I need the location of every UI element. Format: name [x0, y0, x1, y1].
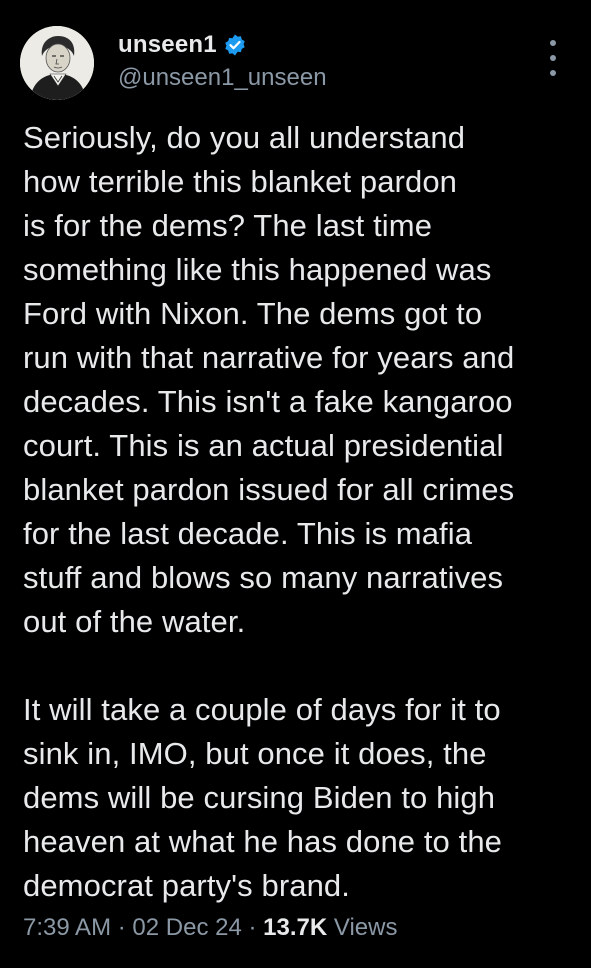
views-count[interactable]: 13.7K [263, 914, 327, 941]
more-vertical-icon[interactable] [543, 40, 563, 76]
avatar[interactable] [20, 26, 94, 100]
tweet-time[interactable]: 7:39 AM [23, 914, 111, 941]
views-label: Views [333, 914, 398, 941]
more-dot [550, 55, 556, 61]
tweet-meta: 7:39 AM · 02 Dec 24 · 13.7K Views [23, 914, 397, 942]
display-name-row: unseen1 [118, 30, 327, 60]
author-info: unseen1 @unseen1_unseen [118, 30, 327, 92]
portrait-avatar-icon [20, 26, 94, 100]
tweet-date[interactable]: 02 Dec 24 [132, 914, 241, 941]
meta-separator: · [117, 914, 126, 941]
more-dot [550, 40, 556, 46]
user-handle[interactable]: @unseen1_unseen [118, 64, 327, 92]
verified-badge-icon[interactable] [223, 33, 247, 57]
meta-separator: · [248, 914, 257, 941]
tweet-paragraph-2: It will take a couple of days for it to … [23, 692, 503, 903]
tweet-text: Seriously, do you all understand how ter… [23, 116, 573, 908]
tweet-header: unseen1 @unseen1_unseen [20, 22, 571, 102]
display-name[interactable]: unseen1 [118, 31, 217, 59]
tweet-paragraph-1: Seriously, do you all understand how ter… [23, 120, 515, 639]
more-dot [550, 70, 556, 76]
tweet-container: unseen1 @unseen1_unseen Seriously, do yo… [0, 0, 591, 968]
